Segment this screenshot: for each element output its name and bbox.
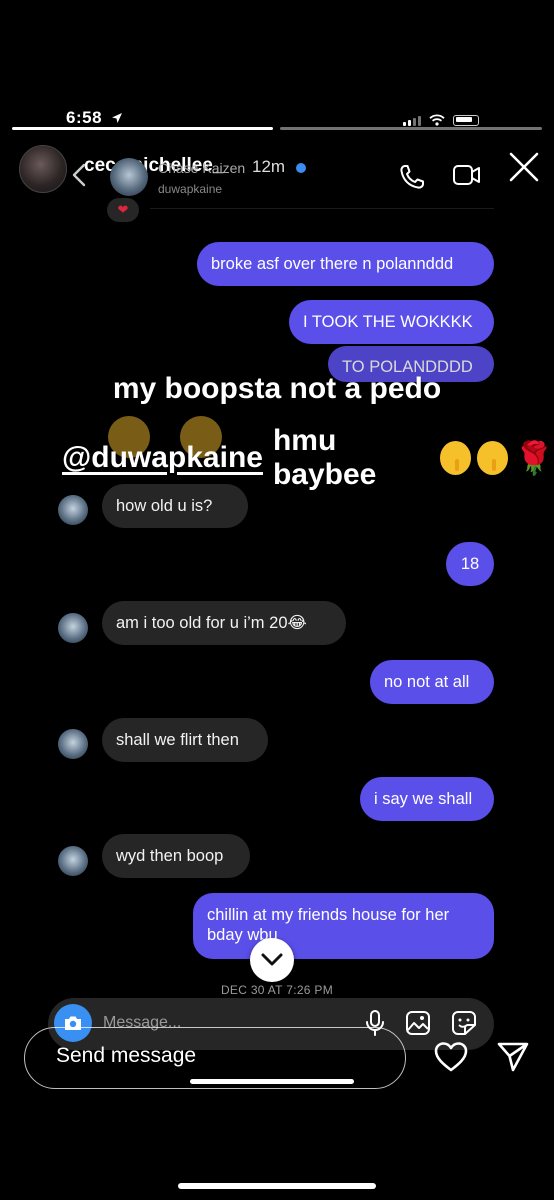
- shushing-face-emoji-icon: [476, 441, 509, 475]
- rose-emoji-icon: 🌹: [514, 440, 554, 476]
- story-reply-placeholder: Send message: [56, 1044, 197, 1067]
- message-outgoing[interactable]: 18: [446, 542, 494, 586]
- story-caption-line-1: my boopsta not a pedo: [112, 372, 442, 405]
- message-timestamp: DEC 30 AT 7:26 PM: [220, 983, 334, 997]
- close-icon[interactable]: [507, 150, 541, 184]
- message-incoming[interactable]: wyd then boop: [102, 834, 250, 878]
- story-caption-text: hmu baybee: [272, 424, 377, 491]
- dm-header-divider: [150, 208, 494, 209]
- sticker-icon[interactable]: [450, 1010, 478, 1036]
- story-user-avatar[interactable]: [19, 145, 67, 193]
- gallery-icon[interactable]: [404, 1010, 432, 1036]
- story-caption-line-2: @duwapkaine hmu baybee 🌹: [62, 424, 554, 492]
- message-sender-avatar[interactable]: [58, 846, 88, 876]
- story-time-ago: 12m: [252, 157, 286, 176]
- shushing-face-emoji-icon: [439, 441, 471, 475]
- home-indicator[interactable]: [178, 1183, 376, 1189]
- back-chevron-icon[interactable]: [72, 163, 86, 187]
- verified-badge-icon: [296, 163, 306, 173]
- message-outgoing[interactable]: i say we shall: [360, 777, 494, 821]
- dm-contact-username: duwapkaine: [158, 182, 223, 196]
- message-outgoing[interactable]: broke asf over there n polannddd: [197, 242, 494, 286]
- scroll-to-bottom-button[interactable]: [250, 938, 294, 982]
- signal-icon: [403, 115, 421, 126]
- message-sender-avatar[interactable]: [58, 495, 88, 525]
- dm-contact-name[interactable]: Chase Kaizen: [158, 160, 245, 176]
- message-incoming[interactable]: shall we flirt then: [102, 718, 268, 762]
- heart-reaction-icon: ❤: [107, 198, 139, 222]
- message-sender-avatar[interactable]: [58, 729, 88, 759]
- status-time: 6:58: [66, 108, 103, 127]
- message-sender-avatar[interactable]: [58, 613, 88, 643]
- message-outgoing[interactable]: I TOOK THE WOKKKK: [289, 300, 494, 344]
- chevron-down-icon: [261, 953, 283, 966]
- location-arrow-icon: [112, 113, 122, 123]
- story-progress-bar-current: [12, 127, 273, 130]
- wifi-icon: [429, 114, 445, 126]
- battery-icon: [453, 114, 479, 126]
- dm-contact-avatar[interactable]: [110, 158, 148, 196]
- heart-icon[interactable]: [433, 1041, 469, 1073]
- story-progress-bar-next: [280, 127, 542, 130]
- message-outgoing[interactable]: no not at all: [370, 660, 494, 704]
- video-camera-icon[interactable]: [452, 162, 482, 188]
- story-mention-link[interactable]: @duwapkaine: [62, 441, 263, 475]
- screenshot-home-indicator: [190, 1079, 354, 1084]
- message-outgoing[interactable]: chillin at my friends house for her bday…: [193, 893, 494, 959]
- status-icons: [403, 114, 479, 126]
- phone-icon[interactable]: [398, 163, 426, 191]
- send-icon[interactable]: [496, 1041, 530, 1073]
- message-incoming[interactable]: am i too old for u i’m 20😂: [102, 601, 346, 645]
